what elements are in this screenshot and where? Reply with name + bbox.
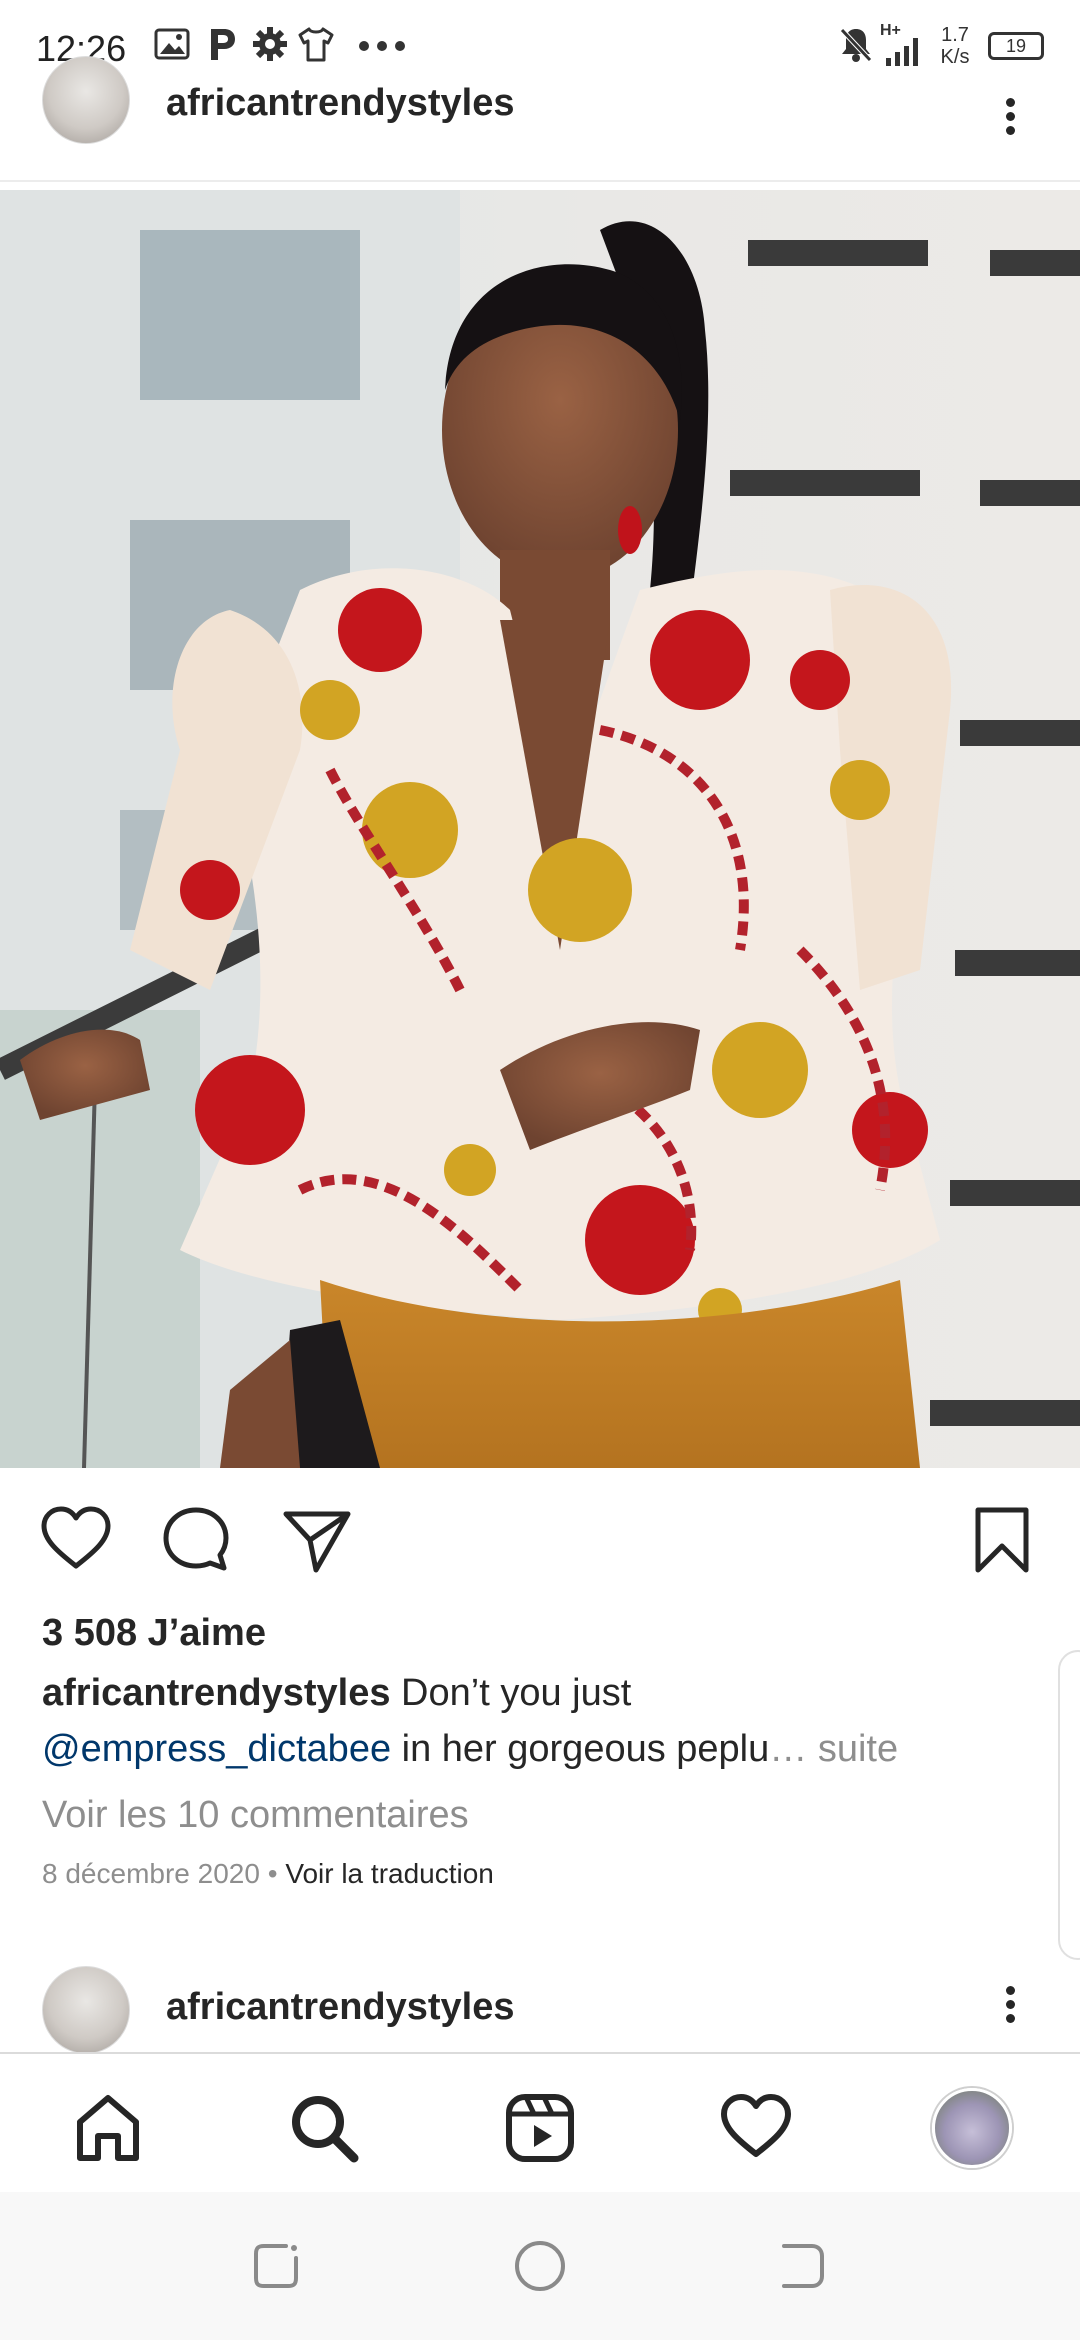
post-author-username[interactable]: africantrendystyles: [166, 82, 515, 125]
post-date-line: 8 décembre 2020 • Voir la traduction: [42, 1858, 494, 1890]
recents-button-icon[interactable]: [246, 2236, 306, 2296]
home-button-icon[interactable]: [510, 2236, 570, 2296]
network-speed-value: 1.7: [941, 24, 969, 46]
gallery-notification-icon: [154, 28, 190, 60]
share-send-icon[interactable]: [278, 1502, 354, 1578]
likes-count[interactable]: 3 508 J’aime: [42, 1612, 266, 1655]
comment-icon[interactable]: [158, 1502, 234, 1578]
post-image[interactable]: [0, 190, 1080, 1468]
parking-app-notification-icon: [211, 29, 235, 60]
translate-link[interactable]: Voir la traduction: [285, 1858, 494, 1889]
post-date: 8 décembre 2020: [42, 1858, 260, 1889]
next-post-author-avatar[interactable]: [42, 1966, 130, 2054]
post-caption-continued: @empress_dictabee in her gorgeous peplu……: [42, 1728, 898, 1771]
network-speed-unit: K/s: [940, 46, 970, 68]
post-photo-illustration: [0, 190, 1080, 1468]
next-post-header: africantrendystyles: [0, 1960, 1080, 2054]
save-bookmark-icon[interactable]: [964, 1502, 1040, 1578]
caption-more-link[interactable]: suite: [818, 1728, 898, 1770]
signal-strength-icon: [886, 38, 918, 66]
post-options-icon[interactable]: [1003, 98, 1015, 148]
next-post-options-icon[interactable]: [1003, 1986, 1015, 2036]
back-button-icon[interactable]: [772, 2236, 832, 2296]
shirt-notification-icon: [298, 27, 334, 62]
profile-avatar[interactable]: [932, 2088, 1012, 2168]
caption-mention[interactable]: @empress_dictabee: [42, 1728, 391, 1770]
divider: [0, 180, 1080, 182]
network-speed: 1.7 K/s: [934, 24, 976, 68]
system-navigation-bar: [0, 2192, 1080, 2340]
date-separator: •: [259, 1858, 286, 1889]
like-heart-icon[interactable]: [38, 1502, 114, 1578]
search-icon[interactable]: [286, 2090, 362, 2166]
view-comments-link[interactable]: Voir les 10 commentaires: [42, 1794, 469, 1837]
caption-ellipsis: …: [769, 1728, 818, 1770]
mute-notifications-icon: [840, 28, 872, 62]
post-header: africantrendystyles: [0, 56, 1080, 180]
caption-username[interactable]: africantrendystyles: [42, 1672, 391, 1714]
caption-text: Don’t you just: [390, 1672, 632, 1714]
next-post-author-username[interactable]: africantrendystyles: [166, 1986, 515, 2029]
post-caption: africantrendystyles Don’t you just: [42, 1672, 631, 1715]
reels-icon[interactable]: [502, 2090, 578, 2166]
battery-indicator: 19: [988, 32, 1044, 60]
edge-panel-handle[interactable]: [1058, 1650, 1080, 1960]
caption-text-2: in her gorgeous peplu: [391, 1728, 770, 1770]
more-notifications-icon: [359, 41, 405, 51]
bottom-navigation: [0, 2052, 1080, 2192]
activity-heart-icon[interactable]: [718, 2090, 794, 2166]
home-icon[interactable]: [70, 2090, 146, 2166]
settings-notification-icon: [253, 27, 287, 61]
post-author-avatar[interactable]: [42, 56, 130, 144]
